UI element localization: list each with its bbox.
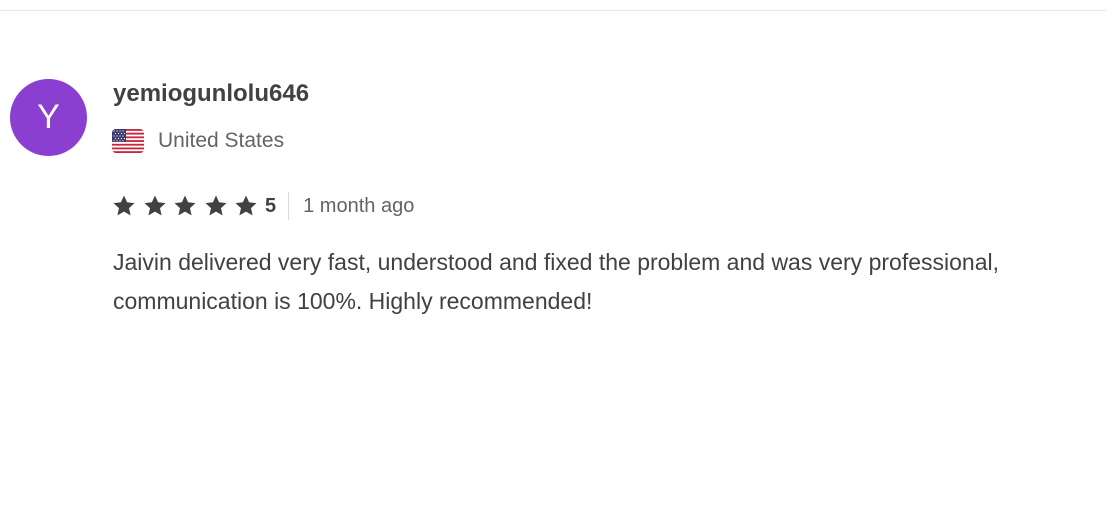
review-time: 1 month ago bbox=[303, 194, 415, 217]
avatar-letter: Y bbox=[37, 98, 60, 136]
avatar[interactable]: Y bbox=[10, 79, 87, 156]
star-icon bbox=[205, 195, 226, 216]
us-flag-icon bbox=[112, 129, 144, 153]
reviewer-username[interactable]: yemiogunlolu646 bbox=[113, 79, 309, 109]
rating-divider bbox=[288, 192, 290, 220]
star-icon bbox=[174, 195, 196, 216]
country-name: United States bbox=[158, 129, 285, 152]
star-icon bbox=[235, 195, 257, 216]
star-rating bbox=[112, 194, 263, 218]
star-icon bbox=[113, 195, 135, 216]
country-row: United States bbox=[112, 127, 284, 155]
review-text: Jaivin delivered very fast, understood a… bbox=[113, 249, 999, 314]
top-divider bbox=[0, 10, 1106, 11]
star-icon bbox=[144, 195, 165, 216]
rating-value: 5 bbox=[265, 194, 277, 217]
rating-row: 5 1 month ago bbox=[112, 191, 414, 221]
